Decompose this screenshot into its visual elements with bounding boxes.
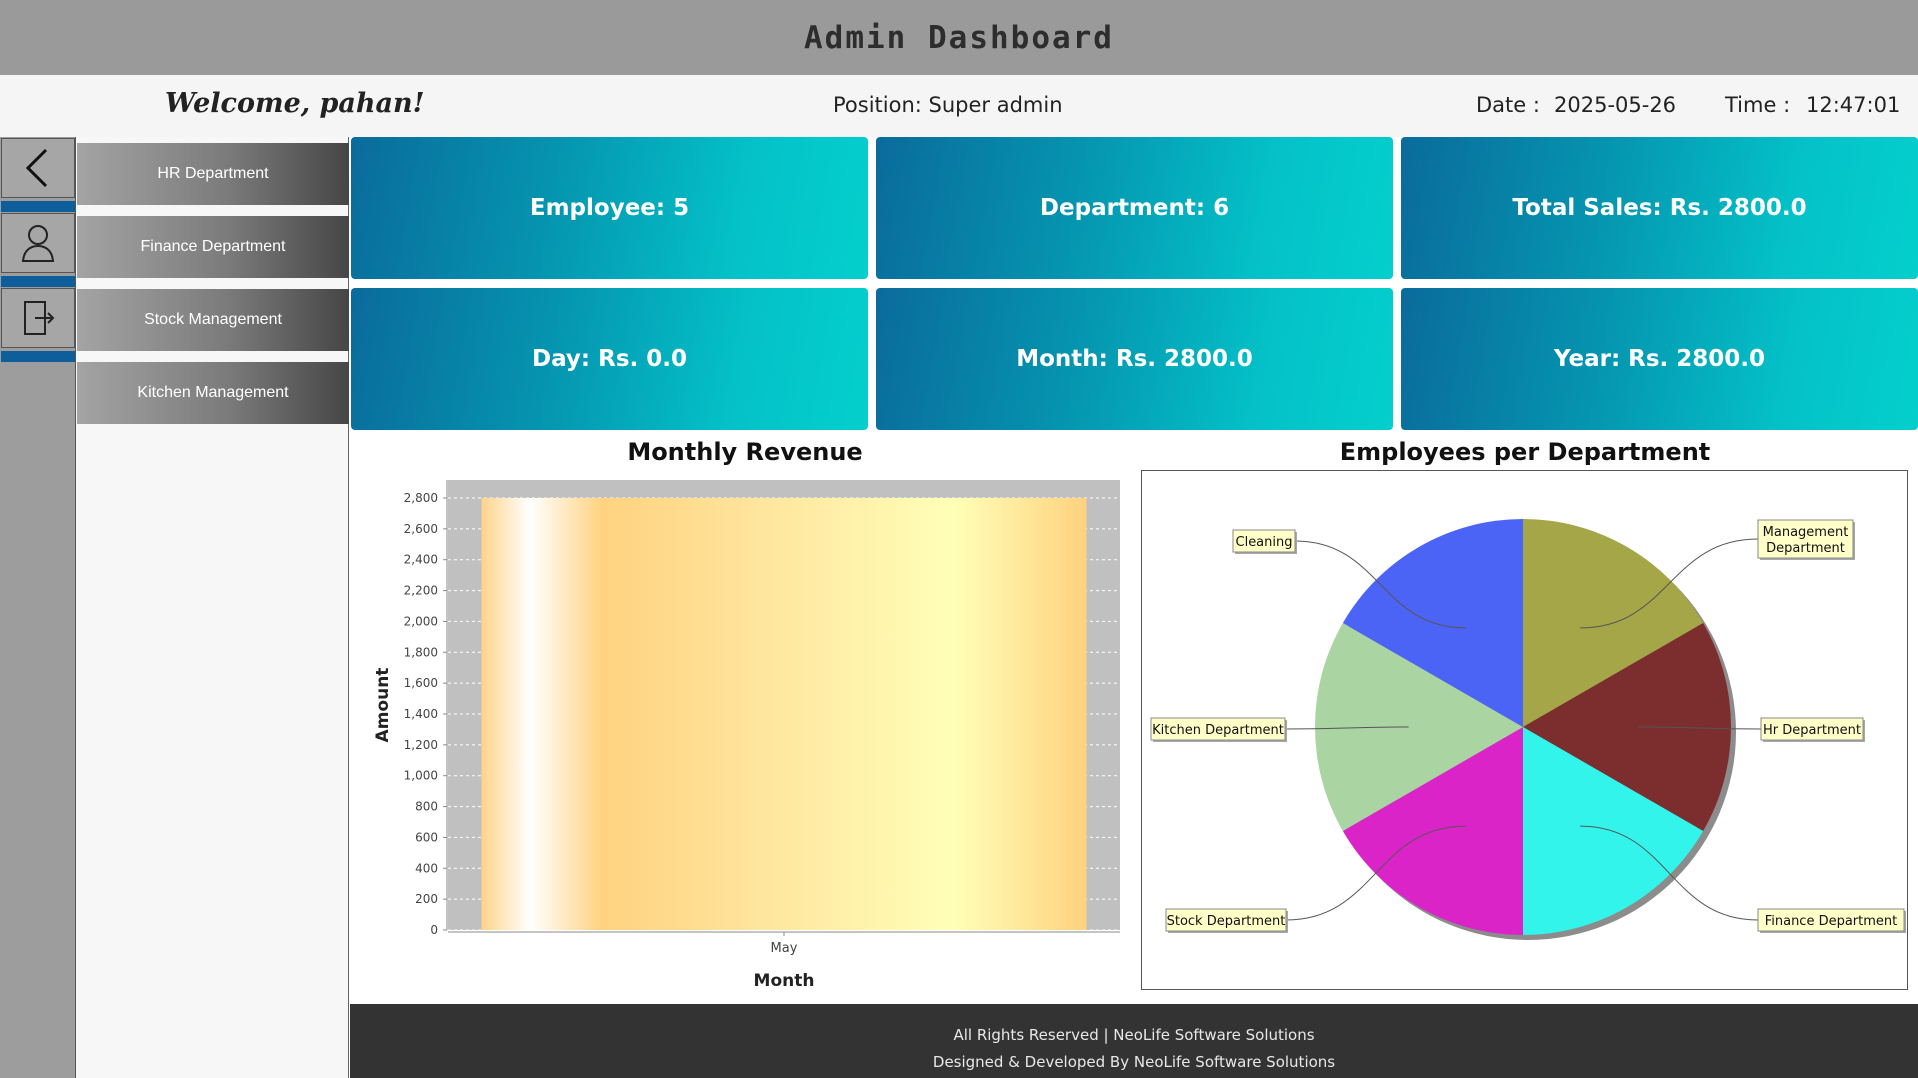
nav-kitchen-management[interactable]: Kitchen Management bbox=[77, 362, 349, 424]
total-sales-card: Total Sales: Rs. 2800.0 bbox=[1401, 137, 1918, 279]
footer-credits: Designed & Developed By NeoLife Software… bbox=[932, 1053, 1336, 1071]
y-tick-label: 2,200 bbox=[404, 584, 438, 598]
logout-button[interactable] bbox=[1, 288, 75, 348]
pie-label: Department bbox=[1766, 541, 1845, 556]
y-tick-label: 1,600 bbox=[404, 676, 438, 690]
employees-per-department-chart: ManagementDepartment Hr Department Finance… bbox=[1150, 519, 1906, 940]
y-tick-label: 800 bbox=[415, 800, 438, 814]
pie-label: Cleaning bbox=[1236, 535, 1293, 550]
logout-icon bbox=[24, 301, 55, 335]
title-bar: Admin Dashboard bbox=[0, 0, 1918, 75]
pie-label: Management bbox=[1763, 525, 1849, 540]
department-count-card: Department: 6 bbox=[876, 137, 1393, 279]
date-value: 2025-05-26 bbox=[1554, 93, 1677, 117]
y-tick-label: 1,400 bbox=[404, 707, 438, 721]
pie-label: Hr Department bbox=[1763, 723, 1861, 738]
window-title: Admin Dashboard bbox=[804, 19, 1114, 56]
time-value: 12:47:01 bbox=[1806, 93, 1901, 117]
y-tick-label: 200 bbox=[415, 892, 438, 906]
y-tick-label: 2,000 bbox=[404, 614, 438, 628]
y-tick-label: 2,800 bbox=[404, 491, 438, 505]
y-tick-label: 600 bbox=[415, 830, 438, 844]
welcome-text: Welcome, pahan! bbox=[165, 88, 425, 119]
y-tick-label: 1,800 bbox=[404, 645, 438, 659]
y-tick-label: 2,400 bbox=[404, 553, 438, 567]
y-tick-label: 2,600 bbox=[404, 522, 438, 536]
user-icon bbox=[21, 225, 55, 262]
x-axis-label: Month bbox=[754, 971, 815, 991]
footer: All Rights Reserved | NeoLife Software S… bbox=[350, 1004, 1918, 1078]
y-tick-label: 400 bbox=[415, 861, 438, 875]
pie-label: Kitchen Department bbox=[1152, 723, 1284, 738]
footer-rights: All Rights Reserved | NeoLife Software S… bbox=[953, 1026, 1315, 1044]
month-sales-card: Month: Rs. 2800.0 bbox=[876, 288, 1393, 430]
nav-hr-department[interactable]: HR Department bbox=[77, 143, 349, 205]
pie-label: Stock Department bbox=[1167, 914, 1286, 929]
back-arrow-icon bbox=[25, 148, 48, 188]
rail-separator bbox=[1, 351, 75, 362]
nav-finance-department[interactable]: Finance Department bbox=[77, 216, 349, 278]
position-text: Position: Super admin bbox=[833, 93, 1063, 117]
x-tick-label: May bbox=[771, 941, 798, 956]
y-tick-label: 1,000 bbox=[404, 769, 438, 783]
employee-count-card: Employee: 5 bbox=[351, 137, 868, 279]
y-axis-label: Amount bbox=[373, 668, 393, 743]
bar-chart-title: Monthly Revenue bbox=[627, 438, 863, 466]
revenue-bar bbox=[481, 498, 1087, 930]
monthly-revenue-chart: 0 200 400 600 800 1,000 1,200 1,400 1,600 1,800 2,… bbox=[373, 480, 1120, 991]
day-sales-card: Day: Rs. 0.0 bbox=[351, 288, 868, 430]
time-label: Time : bbox=[1725, 93, 1791, 117]
pie-label: Finance Department bbox=[1765, 914, 1898, 929]
y-tick-label: 0 bbox=[430, 923, 438, 937]
rail-separator bbox=[1, 201, 75, 212]
back-button[interactable] bbox=[1, 138, 75, 198]
pie-chart-title: Employees per Department bbox=[1339, 438, 1711, 466]
nav-stock-management[interactable]: Stock Management bbox=[77, 289, 349, 351]
date-label: Date : bbox=[1476, 93, 1540, 117]
rail-separator bbox=[1, 276, 75, 287]
profile-button[interactable] bbox=[1, 213, 75, 273]
year-sales-card: Year: Rs. 2800.0 bbox=[1401, 288, 1918, 430]
y-tick-label: 1,200 bbox=[404, 738, 438, 752]
nav-panel bbox=[76, 137, 349, 1078]
